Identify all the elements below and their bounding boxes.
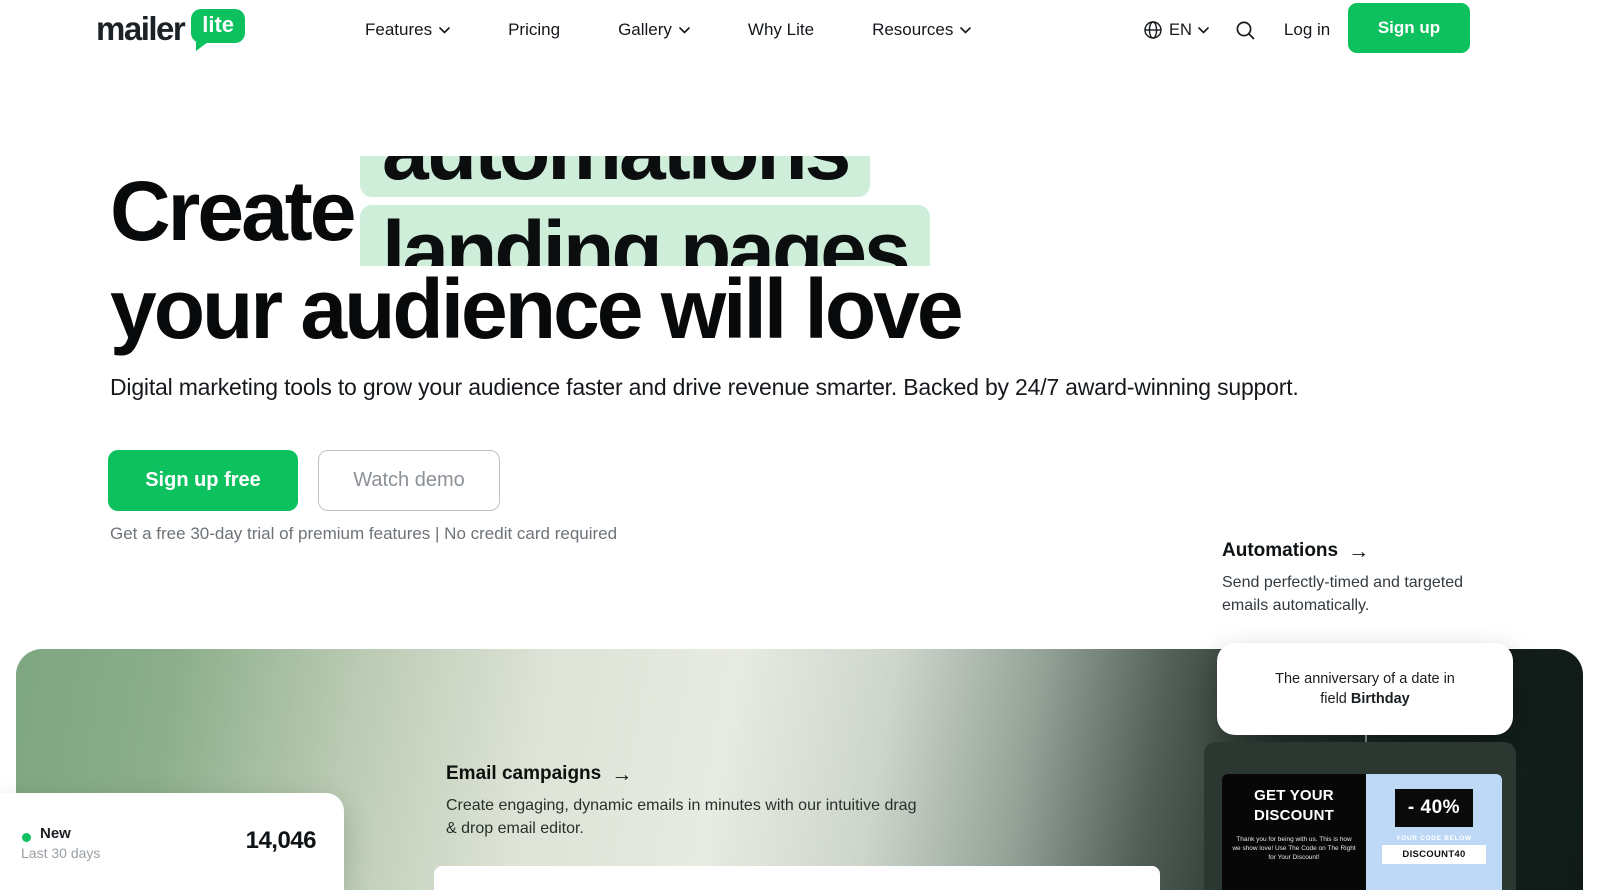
tooltip-line1: The anniversary of a date in [1275,669,1455,689]
tooltip-line2: field Birthday [1320,689,1409,709]
nav-item-features[interactable]: Features [365,20,450,40]
discount-email-right-panel: - 40% YOUR CODE BELOW DISCOUNT40 [1366,774,1502,890]
hero-title-line2: your audience will love [110,254,961,364]
top-nav: mailer lite Features Pricing Gallery Why… [0,0,1600,60]
nav-item-label: Resources [872,20,953,40]
email-campaigns-callout: Email campaigns → Create engaging, dynam… [446,763,946,840]
nav-item-label: Features [365,20,432,40]
stats-status-label: New [40,825,71,842]
automations-link[interactable]: Automations → [1222,540,1504,562]
login-link[interactable]: Log in [1284,20,1330,40]
status-dot-icon [22,833,31,842]
tooltip-line2-emphasis: Birthday [1351,691,1410,707]
discount-code-label: YOUR CODE BELOW [1366,835,1502,842]
nav-item-resources[interactable]: Resources [872,20,971,40]
hero-rotating-words: automations landing pages [360,156,980,266]
chevron-down-icon [679,27,690,34]
nav-item-gallery[interactable]: Gallery [618,20,690,40]
discount-headline: GET YOUR DISCOUNT [1236,786,1352,826]
main-menu: Features Pricing Gallery Why Lite Resour… [365,0,971,60]
automations-title: Automations [1222,540,1338,562]
hero-subtitle: Digital marketing tools to grow your aud… [110,374,1299,401]
mailerlite-logo[interactable]: mailer lite [96,9,245,49]
logo-wordmark: mailer [96,9,184,49]
hero-title-line1: Create [110,156,353,266]
nav-item-why-lite[interactable]: Why Lite [748,20,814,40]
email-campaigns-description: Create engaging, dynamic emails in minut… [446,794,931,840]
watch-demo-button[interactable]: Watch demo [318,450,500,511]
arrow-right-icon: → [611,764,632,785]
nav-item-label: Gallery [618,20,672,40]
arrow-right-icon: → [1348,541,1369,562]
signup-button[interactable]: Sign up [1348,3,1470,53]
automations-description: Send perfectly-timed and targeted emails… [1222,571,1504,617]
automations-callout: Automations → Send perfectly-timed and t… [1222,540,1504,617]
stats-value: 14,046 [246,827,316,855]
email-campaigns-link[interactable]: Email campaigns → [446,763,946,785]
discount-badge: - 40% [1395,789,1473,827]
chevron-down-icon [439,27,450,34]
chevron-down-icon [960,27,971,34]
search-icon [1235,20,1256,41]
rotating-word: automations [360,156,870,197]
logo-lite-badge: lite [191,9,245,43]
nav-item-label: Pricing [508,20,560,40]
globe-icon [1143,20,1163,40]
language-selector[interactable]: EN [1143,20,1209,40]
email-editor-panel [434,866,1160,890]
discount-body-text: Thank you for being with us. This is how… [1232,835,1356,862]
discount-code: DISCOUNT40 [1382,845,1486,864]
tooltip-line2-prefix: field [1320,691,1351,707]
trial-note: Get a free 30-day trial of premium featu… [110,524,617,544]
signup-free-button[interactable]: Sign up free [108,450,298,511]
email-campaigns-title: Email campaigns [446,763,601,785]
language-label: EN [1169,21,1192,40]
mailerlite-homepage: mailer lite Features Pricing Gallery Why… [0,0,1600,890]
nav-item-label: Why Lite [748,20,814,40]
search-button[interactable] [1235,20,1256,41]
nav-item-pricing[interactable]: Pricing [508,20,560,40]
chevron-down-icon [1198,27,1209,34]
subscribers-stats-card: New Last 30 days 14,046 [0,793,344,890]
discount-email-left-panel: GET YOUR DISCOUNT Thank you for being wi… [1222,774,1366,890]
nav-utilities: EN Log in [1143,0,1330,60]
automation-tooltip: The anniversary of a date in field Birth… [1217,643,1513,735]
stats-period: Last 30 days [21,845,100,861]
